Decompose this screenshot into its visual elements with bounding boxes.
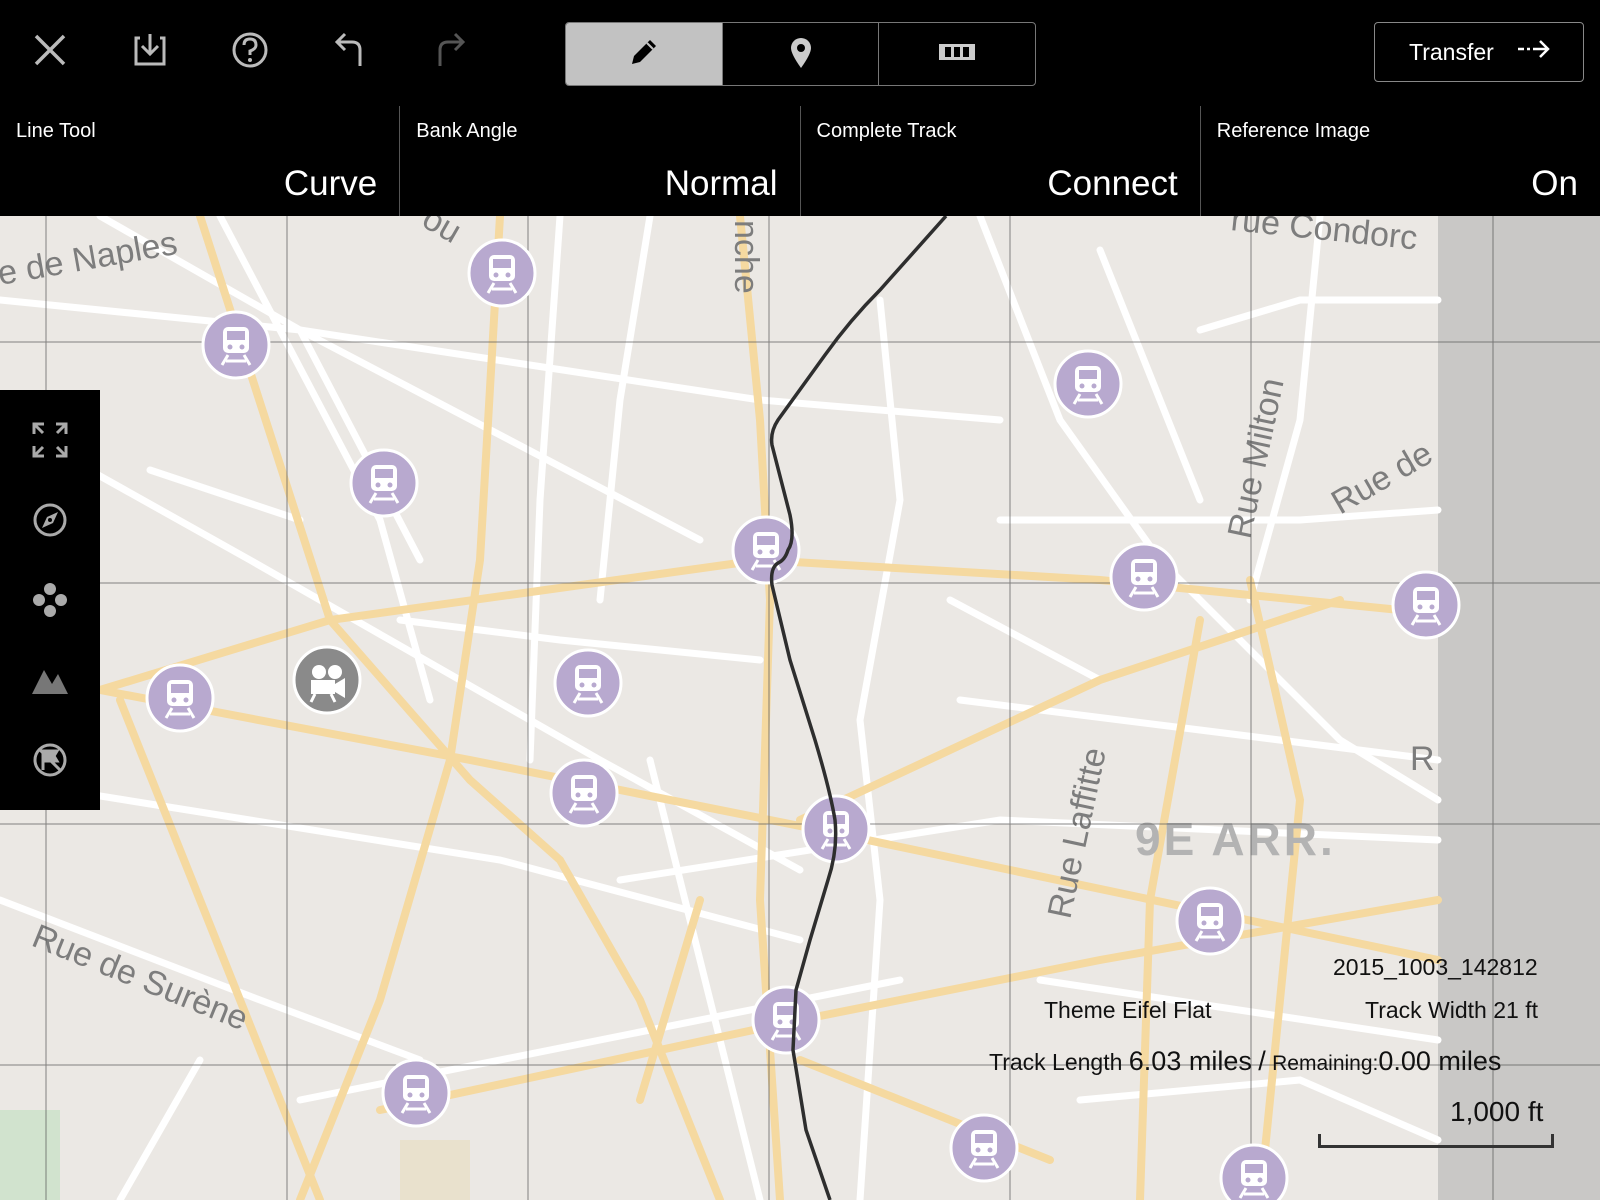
- side-toolbar: [0, 390, 100, 810]
- street-label-nche: nche: [727, 220, 765, 294]
- close-icon[interactable]: [28, 28, 72, 72]
- setting-value: Connect: [1047, 164, 1178, 203]
- track-width-label: Track Width: [1365, 997, 1487, 1023]
- track-width-value: 21 ft: [1493, 997, 1538, 1023]
- track-length-label: Track Length: [989, 1049, 1123, 1075]
- reference-image-setting[interactable]: Reference Image On: [1201, 106, 1600, 216]
- transfer-button[interactable]: Transfer: [1374, 22, 1584, 82]
- train-station-icon: [381, 1058, 451, 1128]
- complete-track-setting[interactable]: Complete Track Connect: [801, 106, 1201, 216]
- scatter-icon[interactable]: [28, 578, 72, 622]
- terrain-icon[interactable]: [28, 658, 72, 702]
- theme-value: Eifel Flat: [1121, 997, 1212, 1023]
- help-icon[interactable]: [228, 28, 272, 72]
- bank-angle-setting[interactable]: Bank Angle Normal: [400, 106, 801, 216]
- setting-value: Normal: [664, 164, 778, 203]
- compass-icon[interactable]: [28, 498, 72, 542]
- redo-icon[interactable]: [428, 28, 472, 72]
- line-tool-setting[interactable]: Line Tool Curve: [0, 106, 401, 216]
- no-flag-icon[interactable]: [28, 738, 72, 782]
- street-label-laffitte: Rue Laffitte: [1041, 744, 1114, 921]
- save-icon[interactable]: [128, 28, 172, 72]
- train-station-icon: [1175, 886, 1245, 956]
- street-label-surene: Rue de Surène: [27, 917, 253, 1038]
- street-label-r: R: [1410, 740, 1435, 778]
- separator: /: [1258, 1046, 1266, 1076]
- setting-label: Complete Track: [816, 120, 957, 142]
- train-station-icon: [751, 985, 821, 1055]
- street-label-lou: ou: [416, 216, 468, 251]
- theme-label: Theme: [1044, 997, 1116, 1023]
- track-width-readout: Track Width 21 ft: [1365, 997, 1538, 1024]
- remaining-value: 0.00 miles: [1378, 1046, 1502, 1076]
- setting-label: Line Tool: [16, 120, 96, 142]
- pencil-icon: [624, 32, 664, 77]
- train-station-icon: [145, 663, 215, 733]
- settings-bar: Line Tool Curve Bank Angle Normal Comple…: [0, 106, 1600, 216]
- track-length-readout: Track Length 6.03 miles / Remaining:0.00…: [989, 1046, 1501, 1077]
- track-pieces-icon: [935, 32, 979, 77]
- street-label-condorcet: rue Condorc: [1229, 216, 1419, 258]
- location-pin-icon: [781, 32, 821, 77]
- train-station-icon: [949, 1113, 1019, 1183]
- filename-text: 2015_1003_142812: [1333, 954, 1538, 980]
- setting-value: On: [1531, 164, 1578, 203]
- camera-icon: [292, 645, 362, 715]
- setting-label: Bank Angle: [416, 120, 518, 142]
- scale-bar: [1318, 1134, 1554, 1148]
- train-station-icon: [1391, 570, 1461, 640]
- district-label: 9E ARR.: [1135, 813, 1336, 865]
- train-station-icon: [553, 648, 623, 718]
- track-mode-button[interactable]: [879, 23, 1035, 85]
- train-station-icon: [1053, 349, 1123, 419]
- setting-label: Reference Image: [1216, 120, 1371, 142]
- location-mode-button[interactable]: [723, 23, 880, 85]
- remaining-label: Remaining:: [1272, 1052, 1379, 1075]
- track-length-value: 6.03 miles: [1128, 1046, 1252, 1076]
- street-label-naples: e de Naples: [0, 224, 180, 293]
- train-station-icon: [1109, 542, 1179, 612]
- expand-icon[interactable]: [28, 418, 72, 462]
- top-toolbar: Transfer: [0, 0, 1600, 106]
- train-station-icon: [349, 448, 419, 518]
- undo-icon[interactable]: [328, 28, 372, 72]
- train-station-icon: [1219, 1143, 1289, 1200]
- transfer-label: Transfer: [1409, 38, 1494, 65]
- pencil-mode-button[interactable]: [566, 23, 723, 85]
- mode-segmented-control: [565, 22, 1036, 86]
- scale-label: 1,000 ft: [1450, 1096, 1544, 1127]
- train-station-icon: [467, 238, 537, 308]
- arrow-right-icon: [1494, 34, 1552, 70]
- map-canvas[interactable]: e de Naples Rue de Surène Rue Laffitte R…: [0, 216, 1600, 1200]
- setting-value: Curve: [283, 164, 378, 203]
- train-station-icon: [549, 758, 619, 828]
- theme-readout: Theme Eifel Flat: [1044, 997, 1211, 1024]
- train-station-icon: [201, 310, 271, 380]
